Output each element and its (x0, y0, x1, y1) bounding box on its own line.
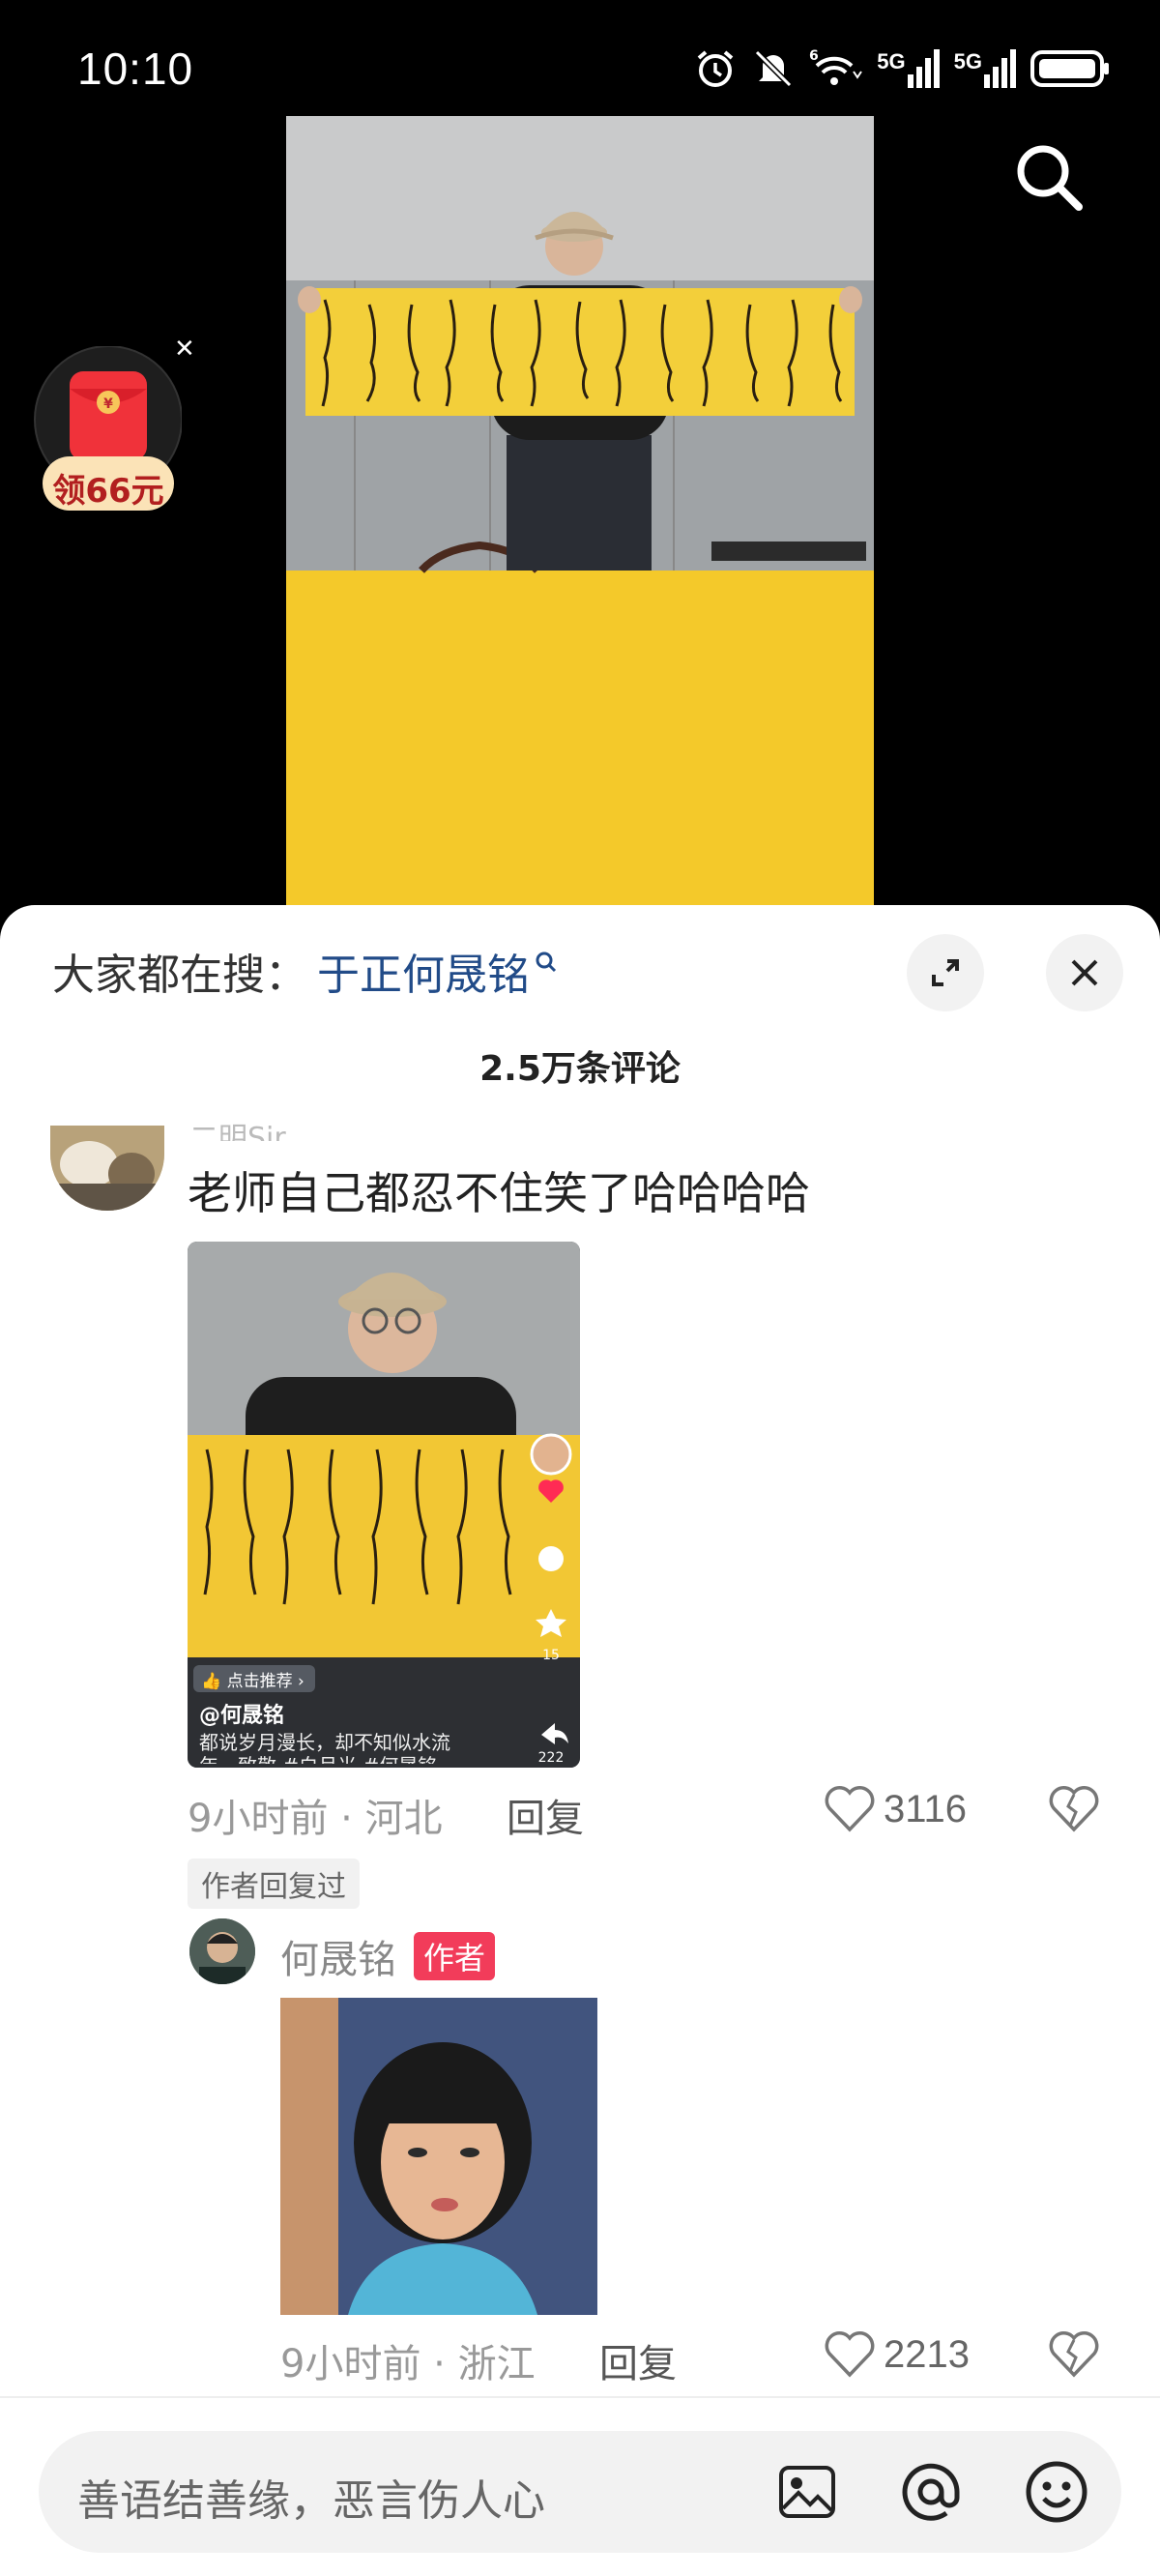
reply-reply-button[interactable]: 回复 (599, 2332, 677, 2388)
thumb-up-icon: 👍 (201, 1672, 222, 1691)
red-packet-widget[interactable]: ¥ 领66元 (33, 345, 183, 520)
svg-text:¥: ¥ (103, 396, 113, 412)
reply-like-count: 2213 (884, 2332, 970, 2376)
comment-like-button[interactable]: 3116 (824, 1785, 967, 1833)
signal-2: 5G (954, 49, 1017, 88)
author-badge: 作者 (414, 1932, 496, 1980)
comment-count: 2.5万条评论 (479, 1049, 681, 1089)
wifi-badge: 6 (809, 48, 819, 64)
comment-input-bar: 善语结善缘，恶言伤人心 (0, 2396, 1160, 2576)
comment-like-count: 3116 (884, 1787, 968, 1830)
thumb-handle: @何晟铭 (199, 1704, 285, 1728)
reply-username[interactable]: 何晟铭 (280, 1928, 396, 1984)
red-packet-label: 领66元 (52, 472, 164, 511)
hot-search[interactable]: 大家都在搜： 于正何晟铭 (52, 940, 559, 1002)
signal-icon (907, 49, 940, 88)
status-bar: 10:10 6 5G 5G (0, 0, 1160, 116)
video-frame (286, 116, 874, 905)
avatar[interactable] (189, 1918, 255, 1984)
thumb-share-count: 222 (537, 1750, 565, 1766)
thumb-caption: 都说岁月漫长，却不知似水流年，致敬 #白月光 #何晟铭 (199, 1731, 450, 1764)
battery-icon (1030, 50, 1109, 87)
dislike-icon[interactable] (1048, 1785, 1100, 1833)
net-label-2: 5G (953, 49, 982, 73)
status-time: 10:10 (77, 44, 194, 94)
search-icon[interactable] (1009, 137, 1087, 215)
comment-input-placeholder: 善语结善缘，恶言伤人心 (77, 2476, 545, 2526)
hot-search-prefix: 大家都在搜： (52, 951, 307, 1000)
thumb-recommend-label: 点击推荐 (226, 1672, 293, 1691)
close-icon (1071, 959, 1098, 986)
hot-search-keyword[interactable]: 于正何晟铭 (317, 940, 530, 1002)
thumb-star-count: 15 (542, 1648, 560, 1663)
image-icon[interactable] (775, 2460, 839, 2524)
reply-image-content (280, 1998, 597, 2315)
reply-like-button[interactable]: 2213 (824, 2330, 970, 2379)
comment-reply-button[interactable]: 回复 (507, 1787, 584, 1843)
status-icons: 6 5G 5G (693, 46, 1112, 91)
comment-text[interactable]: 老师自己都忍不住笑了哈哈哈哈 (188, 1158, 810, 1222)
expand-button[interactable] (907, 934, 984, 1011)
comment-input[interactable]: 善语结善缘，恶言伤人心 (39, 2431, 1121, 2553)
comment-video-thumbnail[interactable]: 👍 点击推荐 › @何晟铭 都说岁月漫长，却不知似水流年，致敬 #白月光 #何晟… (188, 1242, 580, 1768)
reply-meta: 9小时前 · 浙江 (280, 2342, 536, 2386)
emoji-icon[interactable] (1023, 2458, 1090, 2526)
expand-icon (932, 959, 959, 986)
net-label-1: 5G (877, 49, 906, 73)
comment-sheet: 大家都在搜： 于正何晟铭 2.5万条评论 二明Sir 老师自己都忍不住笑了哈哈哈… (0, 905, 1160, 2576)
avatar[interactable] (50, 1126, 164, 1211)
close-button[interactable] (1046, 934, 1123, 1011)
reply-image[interactable] (280, 1998, 597, 2315)
avatar-image (189, 1918, 255, 1984)
video-player[interactable] (286, 116, 874, 905)
search-icon (536, 951, 557, 973)
dislike-icon[interactable] (1048, 2330, 1100, 2379)
mute-icon (755, 49, 793, 88)
signal-1: 5G (877, 49, 940, 88)
wifi-icon: 6 (809, 48, 863, 85)
author-replied-tag: 作者回复过 (188, 1859, 360, 1909)
heart-icon (825, 1786, 875, 1832)
heart-icon (825, 2331, 875, 2378)
at-icon[interactable] (897, 2458, 965, 2526)
alarm-icon (697, 50, 734, 87)
comment-meta: 9小时前 · 河北 (188, 1797, 443, 1841)
comment-username[interactable]: 二明Sir (189, 1114, 286, 1141)
avatar-image (50, 1126, 164, 1211)
thumb-recommend[interactable]: 👍 点击推荐 › (201, 1667, 304, 1691)
signal-icon (984, 49, 1016, 88)
red-packet-close-icon[interactable]: ✕ (174, 335, 195, 364)
